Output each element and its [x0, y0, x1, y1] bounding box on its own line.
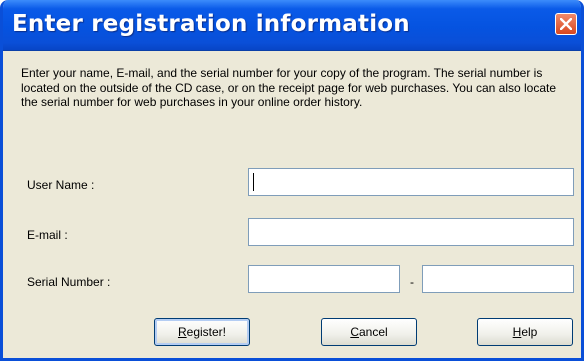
close-button[interactable] [555, 13, 577, 35]
text-caret [253, 173, 254, 191]
user-name-input[interactable] [248, 168, 574, 196]
serial-number-part1-input[interactable] [248, 265, 400, 293]
close-icon [560, 18, 572, 30]
cancel-button[interactable]: Cancel [321, 318, 417, 346]
registration-dialog: Enter registration information Enter you… [0, 0, 584, 361]
dialog-title: Enter registration information [12, 11, 410, 37]
user-name-label: User Name : [27, 178, 95, 192]
register-button[interactable]: Register! [154, 318, 250, 346]
email-label: E-mail : [27, 228, 68, 242]
serial-number-part2-input[interactable] [422, 265, 574, 293]
instructions-text: Enter your name, E-mail, and the serial … [21, 66, 557, 109]
help-button[interactable]: Help [477, 318, 573, 346]
serial-number-label: Serial Number : [27, 275, 111, 289]
serial-separator: - [410, 275, 414, 289]
email-input[interactable] [248, 218, 574, 246]
title-bar[interactable]: Enter registration information [3, 0, 581, 51]
